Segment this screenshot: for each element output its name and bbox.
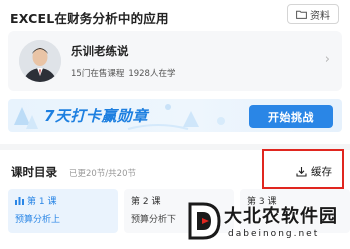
lesson-name: 预算分析上	[15, 215, 61, 225]
teacher-stats: 15门在售课程 1928人在学	[71, 67, 175, 79]
catalog-progress: 已更20节/共20节	[69, 169, 136, 179]
courses-on-sale: 15门在售课程	[71, 69, 125, 79]
teacher-card[interactable]: 乐训老练说 15门在售课程 1928人在学 ›	[8, 31, 342, 91]
watermark-domain: dabeinong.net	[228, 229, 320, 239]
folder-icon	[296, 10, 307, 19]
avatar	[19, 40, 61, 82]
course-title: EXCEL在财务分析中的应用	[10, 11, 169, 26]
cache-label: 缓存	[311, 166, 332, 178]
learner-count: 1928人在学	[128, 69, 176, 79]
download-icon	[296, 166, 307, 177]
chevron-right-icon: ›	[324, 52, 330, 67]
start-challenge-button[interactable]: 开始挑战	[249, 105, 333, 128]
lesson-number: 第 2 课	[131, 197, 161, 207]
lesson-card-1[interactable]: 第 1 课 预算分析上	[8, 189, 118, 233]
checkin-banner[interactable]: 7天打卡赢勋章 开始挑战	[8, 99, 342, 132]
materials-button[interactable]: 资料	[287, 4, 339, 24]
playing-icon	[15, 196, 24, 205]
lesson-name: 预算分析下	[131, 215, 177, 225]
materials-label: 资料	[310, 10, 330, 22]
site-watermark: 大北农软件园 dabeinong.net	[186, 196, 348, 248]
lesson-number: 第 1 课	[15, 194, 56, 207]
watermark-text: 大北农软件园	[224, 206, 338, 227]
catalog-title: 课时目录	[11, 165, 57, 179]
watermark-logo	[188, 202, 221, 240]
banner-text: 7天打卡赢勋章	[44, 107, 148, 125]
teacher-name: 乐训老练说	[71, 44, 129, 58]
cache-button[interactable]: 缓存	[296, 164, 332, 179]
